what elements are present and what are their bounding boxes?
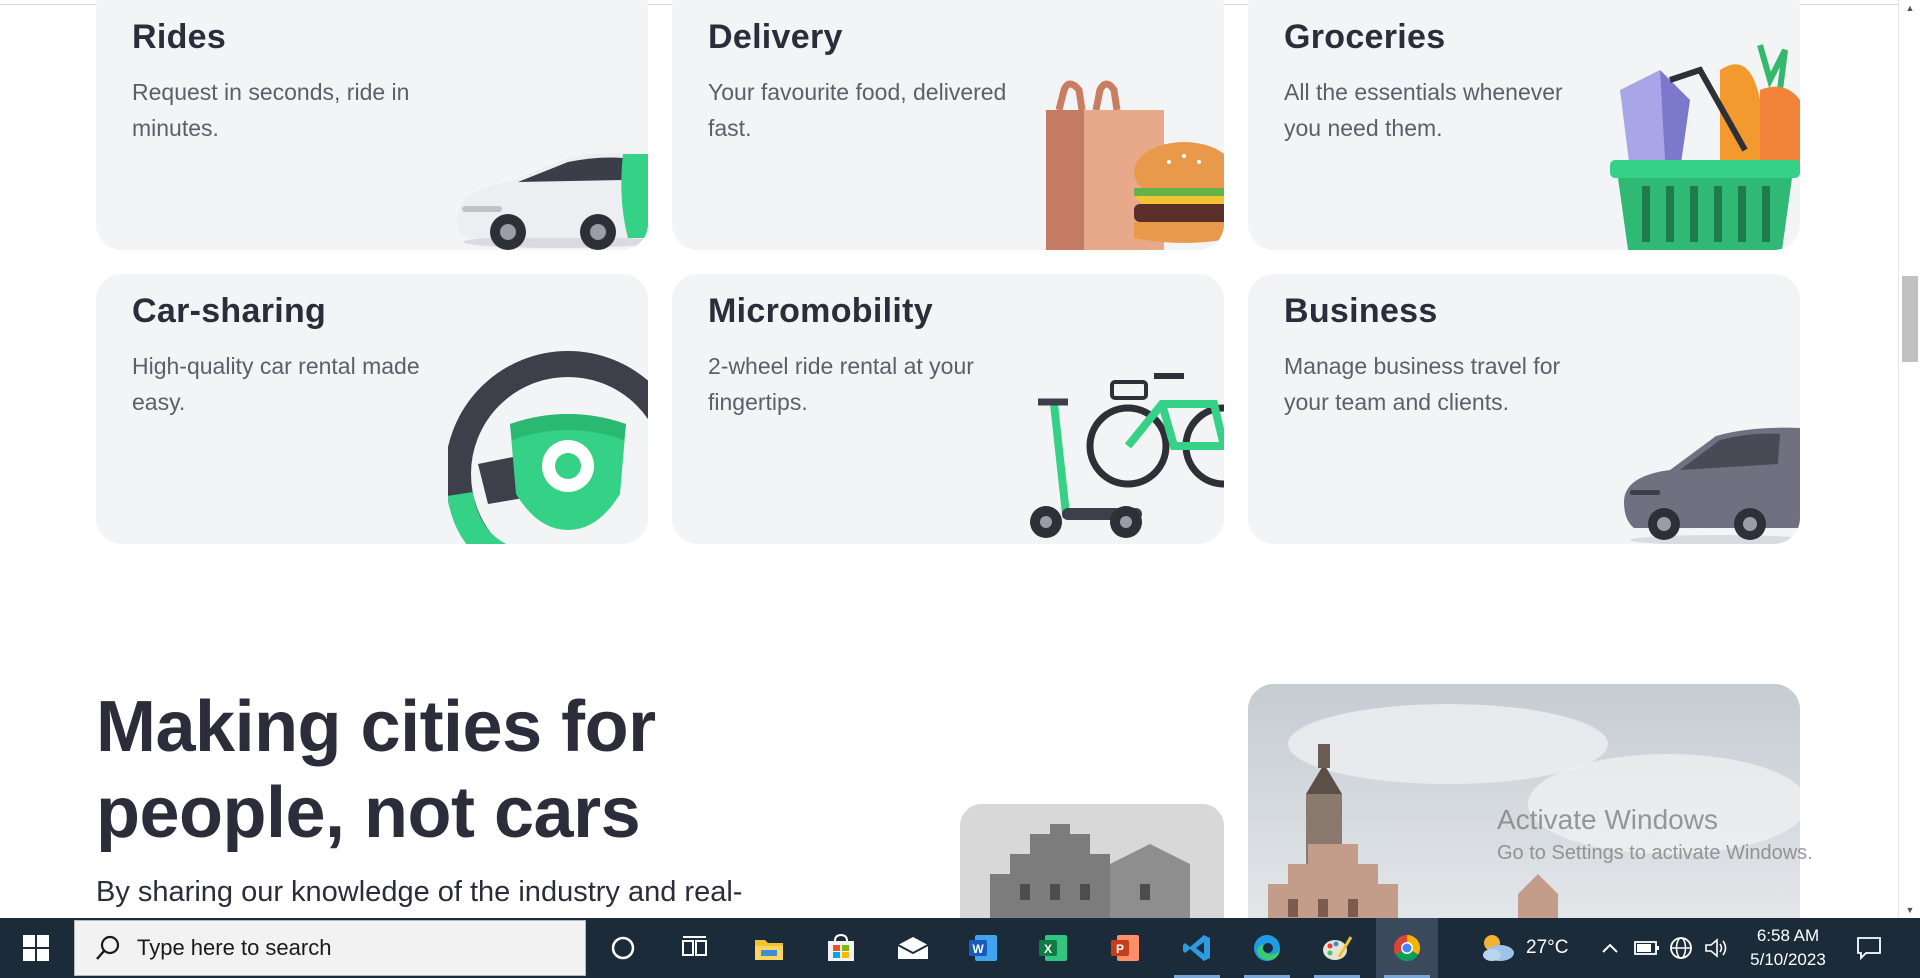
paint-icon (1323, 936, 1353, 960)
word-icon: W (969, 935, 997, 961)
vertical-scrollbar[interactable]: ▲ ▼ (1898, 0, 1920, 918)
mail-icon (897, 937, 929, 959)
card-description: All the essentials whenever you need the… (1284, 79, 1563, 141)
partly-cloudy-icon (1483, 935, 1514, 961)
card-title: Business (1284, 292, 1438, 330)
scooter-bike-illustration-icon (1030, 373, 1224, 538)
excel-button[interactable]: X (1022, 918, 1084, 978)
grocery-basket-illustration-icon (1610, 44, 1800, 250)
steering-wheel-illustration-icon (448, 351, 648, 544)
task-view-button[interactable] (664, 918, 726, 978)
service-card-rides[interactable]: Rides Request in seconds, ride in minute… (96, 0, 648, 250)
service-card-micromobility[interactable]: Micromobility 2-wheel ride rental at you… (672, 274, 1224, 544)
battery-button[interactable] (1634, 918, 1660, 978)
clock-date: 5/10/2023 (1750, 950, 1826, 969)
vscode-icon (1183, 935, 1210, 961)
scroll-up-arrow-icon[interactable]: ▲ (1899, 0, 1920, 16)
service-card-delivery[interactable]: Delivery Your favourite food, delivered … (672, 0, 1224, 250)
windows-logo-icon (23, 935, 49, 961)
vscode-button[interactable] (1166, 918, 1228, 978)
search-placeholder: Type here to search (137, 935, 332, 960)
file-explorer-icon (755, 940, 783, 960)
hero-heading: Making cities for people, not cars (96, 687, 656, 853)
card-description: Your favourite food, delivered fast. (708, 79, 1007, 141)
watermark-subtitle: Go to Settings to activate Windows. (1497, 842, 1813, 864)
chrome-icon (1393, 934, 1421, 962)
globe-network-icon (1670, 937, 1692, 959)
weather-widget[interactable]: 27°C (1478, 918, 1568, 978)
scroll-thumb[interactable] (1902, 276, 1918, 362)
svg-text:W: W (972, 942, 984, 956)
show-hidden-icons-button[interactable] (1600, 918, 1620, 978)
activate-windows-watermark: Activate Windows Go to Settings to activ… (1497, 804, 1813, 865)
taskbar-search-box[interactable]: Type here to search (74, 920, 586, 976)
word-button[interactable]: W (952, 918, 1014, 978)
volume-button[interactable] (1704, 918, 1728, 978)
edge-icon (1254, 935, 1280, 961)
card-title: Rides (132, 18, 227, 56)
excel-icon: X (1039, 935, 1067, 961)
file-explorer-button[interactable] (738, 918, 800, 978)
service-card-groceries[interactable]: Groceries All the essentials whenever yo… (1248, 0, 1800, 250)
business-car-illustration-icon (1624, 427, 1800, 544)
notifications-button[interactable] (1856, 918, 1882, 978)
speaker-icon (1705, 938, 1727, 958)
powerpoint-button[interactable]: P (1094, 918, 1156, 978)
paint-button[interactable] (1306, 918, 1368, 978)
watermark-title: Activate Windows (1497, 804, 1718, 835)
weather-temperature: 27°C (1526, 937, 1569, 958)
cortana-icon (611, 936, 635, 960)
card-title: Micromobility (708, 292, 933, 330)
edge-button[interactable] (1236, 918, 1298, 978)
card-description: Request in seconds, ride in minutes. (132, 79, 410, 141)
cortana-button[interactable] (592, 918, 654, 978)
service-card-business[interactable]: Business Manage business travel for your… (1248, 274, 1800, 544)
city-photo-large (1248, 684, 1800, 918)
card-title: Delivery (708, 18, 843, 56)
card-description: 2-wheel ride rental at your fingertips. (708, 353, 974, 415)
microsoft-store-button[interactable] (810, 918, 872, 978)
browser-viewport: Rides Request in seconds, ride in minute… (0, 0, 1920, 918)
clock-time: 6:58 AM (1756, 926, 1820, 945)
search-icon (96, 935, 120, 960)
chevron-up-icon (1602, 943, 1618, 953)
start-button[interactable] (0, 918, 72, 978)
card-description: High-quality car rental made easy. (132, 353, 420, 415)
notification-icon (1857, 937, 1881, 960)
city-photo-small (960, 804, 1224, 918)
scroll-down-arrow-icon[interactable]: ▼ (1899, 902, 1920, 918)
food-bag-illustration-icon (1046, 80, 1224, 250)
svg-text:X: X (1044, 942, 1052, 956)
chrome-button[interactable] (1376, 918, 1438, 978)
battery-icon (1634, 941, 1659, 955)
car-illustration-icon (457, 152, 648, 250)
task-view-icon (682, 936, 707, 956)
card-title: Car-sharing (132, 292, 327, 330)
windows-taskbar: Type here to search W X P 27°C 6:58 AM 5… (0, 918, 1920, 978)
powerpoint-icon: P (1111, 935, 1139, 961)
card-title: Groceries (1284, 18, 1446, 56)
card-description: Manage business travel for your team and… (1284, 353, 1561, 415)
taskbar-clock[interactable]: 6:58 AM 5/10/2023 (1734, 924, 1842, 972)
hero-paragraph: By sharing our knowledge of the industry… (96, 876, 743, 908)
microsoft-store-icon (828, 933, 854, 961)
mail-button[interactable] (882, 918, 944, 978)
service-card-car-sharing[interactable]: Car-sharing High-quality car rental made… (96, 274, 648, 544)
svg-text:P: P (1116, 942, 1124, 956)
network-button[interactable] (1668, 918, 1694, 978)
